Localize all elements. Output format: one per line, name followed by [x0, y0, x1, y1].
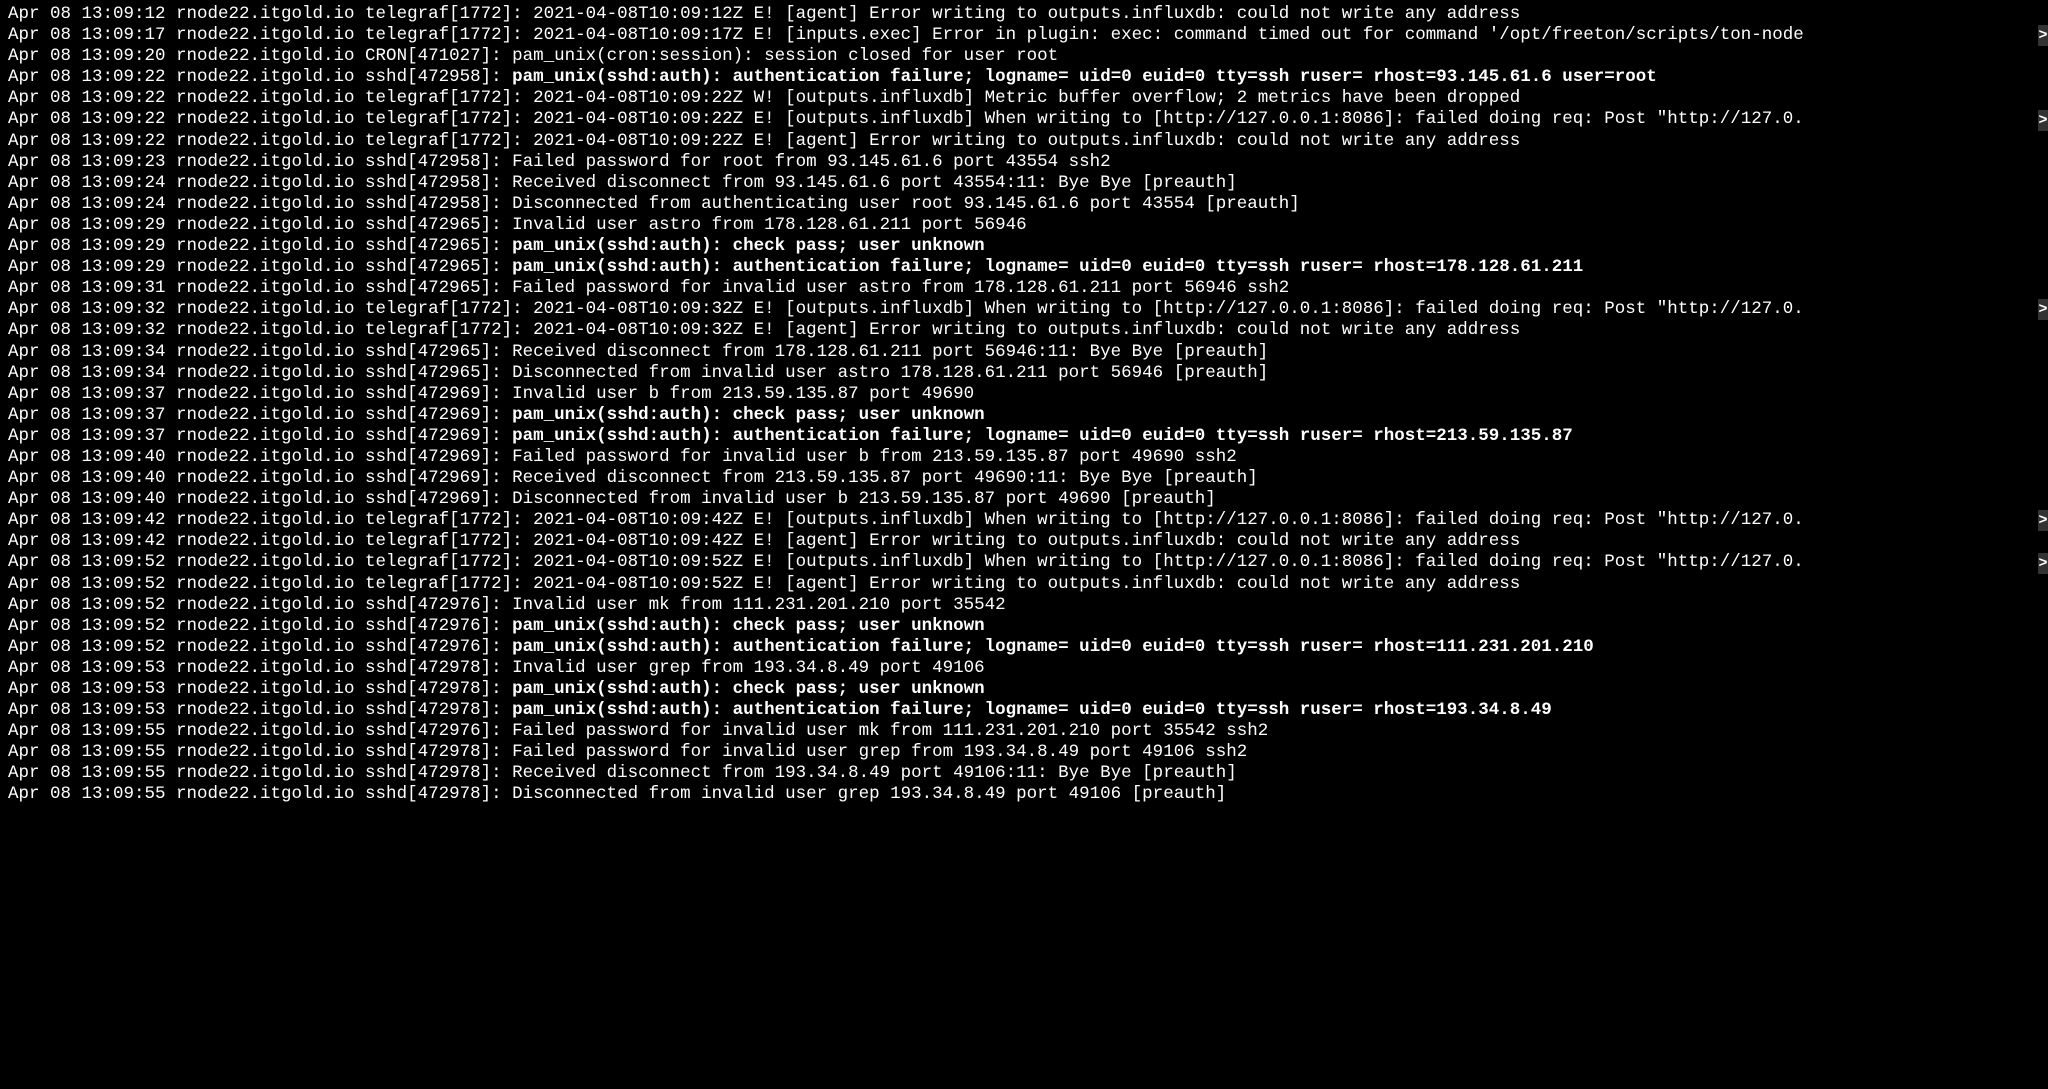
log-text: Apr 08 13:09:29 rnode22.itgold.io sshd[4…: [8, 236, 512, 256]
log-line: Apr 08 13:09:22 rnode22.itgold.io telegr…: [8, 88, 2040, 109]
log-text: Apr 08 13:09:40 rnode22.itgold.io sshd[4…: [8, 447, 1237, 467]
log-text: Apr 08 13:09:52 rnode22.itgold.io sshd[4…: [8, 637, 512, 657]
log-line: Apr 08 13:09:32 rnode22.itgold.io telegr…: [8, 320, 2040, 341]
log-line: Apr 08 13:09:17 rnode22.itgold.io telegr…: [8, 25, 2040, 46]
log-line: Apr 08 13:09:31 rnode22.itgold.io sshd[4…: [8, 278, 2040, 299]
log-text: Apr 08 13:09:53 rnode22.itgold.io sshd[4…: [8, 679, 512, 699]
log-text-bold: pam_unix(sshd:auth): authentication fail…: [512, 257, 1583, 277]
log-text: Apr 08 13:09:40 rnode22.itgold.io sshd[4…: [8, 489, 1216, 509]
log-text: Apr 08 13:09:52 rnode22.itgold.io telegr…: [8, 574, 1520, 594]
log-text: Apr 08 13:09:29 rnode22.itgold.io sshd[4…: [8, 215, 1027, 235]
log-text: Apr 08 13:09:24 rnode22.itgold.io sshd[4…: [8, 173, 1237, 193]
log-text: Apr 08 13:09:52 rnode22.itgold.io telegr…: [8, 552, 1804, 572]
log-line: Apr 08 13:09:22 rnode22.itgold.io telegr…: [8, 109, 2040, 130]
log-text-bold: pam_unix(sshd:auth): check pass; user un…: [512, 236, 985, 256]
log-text: Apr 08 13:09:40 rnode22.itgold.io sshd[4…: [8, 468, 1258, 488]
log-text: Apr 08 13:09:12 rnode22.itgold.io telegr…: [8, 4, 1520, 24]
log-line: Apr 08 13:09:42 rnode22.itgold.io telegr…: [8, 510, 2040, 531]
log-text: Apr 08 13:09:34 rnode22.itgold.io sshd[4…: [8, 342, 1268, 362]
log-line: Apr 08 13:09:55 rnode22.itgold.io sshd[4…: [8, 742, 2040, 763]
log-line: Apr 08 13:09:52 rnode22.itgold.io sshd[4…: [8, 616, 2040, 637]
log-text: Apr 08 13:09:31 rnode22.itgold.io sshd[4…: [8, 278, 1289, 298]
log-text: Apr 08 13:09:52 rnode22.itgold.io sshd[4…: [8, 595, 1006, 615]
log-text: Apr 08 13:09:55 rnode22.itgold.io sshd[4…: [8, 763, 1237, 783]
log-line: Apr 08 13:09:34 rnode22.itgold.io sshd[4…: [8, 363, 2040, 384]
log-line: Apr 08 13:09:53 rnode22.itgold.io sshd[4…: [8, 700, 2040, 721]
log-text: Apr 08 13:09:32 rnode22.itgold.io telegr…: [8, 320, 1520, 340]
log-line: Apr 08 13:09:22 rnode22.itgold.io telegr…: [8, 131, 2040, 152]
log-text: Apr 08 13:09:55 rnode22.itgold.io sshd[4…: [8, 742, 1247, 762]
log-line: Apr 08 13:09:29 rnode22.itgold.io sshd[4…: [8, 236, 2040, 257]
log-line: Apr 08 13:09:24 rnode22.itgold.io sshd[4…: [8, 173, 2040, 194]
log-text: Apr 08 13:09:53 rnode22.itgold.io sshd[4…: [8, 658, 985, 678]
log-line: Apr 08 13:09:53 rnode22.itgold.io sshd[4…: [8, 658, 2040, 679]
line-overflow-indicator-icon: >: [2038, 299, 2048, 320]
log-line: Apr 08 13:09:29 rnode22.itgold.io sshd[4…: [8, 257, 2040, 278]
log-line: Apr 08 13:09:55 rnode22.itgold.io sshd[4…: [8, 721, 2040, 742]
log-text: Apr 08 13:09:53 rnode22.itgold.io sshd[4…: [8, 700, 512, 720]
log-line: Apr 08 13:09:23 rnode22.itgold.io sshd[4…: [8, 152, 2040, 173]
log-line: Apr 08 13:09:32 rnode22.itgold.io telegr…: [8, 299, 2040, 320]
log-text: Apr 08 13:09:37 rnode22.itgold.io sshd[4…: [8, 384, 974, 404]
line-overflow-indicator-icon: >: [2038, 510, 2048, 531]
log-text: Apr 08 13:09:17 rnode22.itgold.io telegr…: [8, 25, 1804, 45]
log-line: Apr 08 13:09:37 rnode22.itgold.io sshd[4…: [8, 384, 2040, 405]
log-line: Apr 08 13:09:53 rnode22.itgold.io sshd[4…: [8, 679, 2040, 700]
log-text: Apr 08 13:09:37 rnode22.itgold.io sshd[4…: [8, 405, 512, 425]
log-text: Apr 08 13:09:42 rnode22.itgold.io telegr…: [8, 510, 1804, 530]
terminal-log-view[interactable]: Apr 08 13:09:12 rnode22.itgold.io telegr…: [8, 4, 2040, 806]
log-text-bold: pam_unix(sshd:auth): authentication fail…: [512, 637, 1594, 657]
log-text: Apr 08 13:09:55 rnode22.itgold.io sshd[4…: [8, 721, 1268, 741]
log-text-bold: pam_unix(sshd:auth): check pass; user un…: [512, 679, 985, 699]
log-line: Apr 08 13:09:42 rnode22.itgold.io telegr…: [8, 531, 2040, 552]
log-text-bold: pam_unix(sshd:auth): authentication fail…: [512, 700, 1552, 720]
log-text-bold: pam_unix(sshd:auth): authentication fail…: [512, 426, 1573, 446]
log-line: Apr 08 13:09:40 rnode22.itgold.io sshd[4…: [8, 468, 2040, 489]
log-text: Apr 08 13:09:29 rnode22.itgold.io sshd[4…: [8, 257, 512, 277]
log-line: Apr 08 13:09:12 rnode22.itgold.io telegr…: [8, 4, 2040, 25]
log-text-bold: pam_unix(sshd:auth): check pass; user un…: [512, 405, 985, 425]
log-text: Apr 08 13:09:24 rnode22.itgold.io sshd[4…: [8, 194, 1300, 214]
log-line: Apr 08 13:09:20 rnode22.itgold.io CRON[4…: [8, 46, 2040, 67]
log-text: Apr 08 13:09:20 rnode22.itgold.io CRON[4…: [8, 46, 1058, 66]
log-text: Apr 08 13:09:23 rnode22.itgold.io sshd[4…: [8, 152, 1111, 172]
line-overflow-indicator-icon: >: [2038, 25, 2048, 46]
log-line: Apr 08 13:09:55 rnode22.itgold.io sshd[4…: [8, 763, 2040, 784]
log-text: Apr 08 13:09:32 rnode22.itgold.io telegr…: [8, 299, 1804, 319]
log-line: Apr 08 13:09:52 rnode22.itgold.io sshd[4…: [8, 595, 2040, 616]
log-line: Apr 08 13:09:34 rnode22.itgold.io sshd[4…: [8, 342, 2040, 363]
log-line: Apr 08 13:09:22 rnode22.itgold.io sshd[4…: [8, 67, 2040, 88]
log-text: Apr 08 13:09:22 rnode22.itgold.io telegr…: [8, 109, 1804, 129]
log-line: Apr 08 13:09:37 rnode22.itgold.io sshd[4…: [8, 426, 2040, 447]
log-line: Apr 08 13:09:52 rnode22.itgold.io telegr…: [8, 552, 2040, 573]
log-line: Apr 08 13:09:52 rnode22.itgold.io sshd[4…: [8, 637, 2040, 658]
line-overflow-indicator-icon: >: [2038, 110, 2048, 131]
log-text: Apr 08 13:09:42 rnode22.itgold.io telegr…: [8, 531, 1520, 551]
log-text: Apr 08 13:09:22 rnode22.itgold.io sshd[4…: [8, 67, 512, 87]
log-text: Apr 08 13:09:55 rnode22.itgold.io sshd[4…: [8, 784, 1226, 804]
log-text-bold: pam_unix(sshd:auth): check pass; user un…: [512, 616, 985, 636]
log-line: Apr 08 13:09:52 rnode22.itgold.io telegr…: [8, 574, 2040, 595]
log-text: Apr 08 13:09:22 rnode22.itgold.io telegr…: [8, 88, 1520, 108]
log-text: Apr 08 13:09:34 rnode22.itgold.io sshd[4…: [8, 363, 1268, 383]
log-line: Apr 08 13:09:40 rnode22.itgold.io sshd[4…: [8, 447, 2040, 468]
log-text-bold: pam_unix(sshd:auth): authentication fail…: [512, 67, 1657, 87]
log-line: Apr 08 13:09:55 rnode22.itgold.io sshd[4…: [8, 784, 2040, 805]
log-line: Apr 08 13:09:40 rnode22.itgold.io sshd[4…: [8, 489, 2040, 510]
log-text: Apr 08 13:09:37 rnode22.itgold.io sshd[4…: [8, 426, 512, 446]
log-line: Apr 08 13:09:24 rnode22.itgold.io sshd[4…: [8, 194, 2040, 215]
log-text: Apr 08 13:09:52 rnode22.itgold.io sshd[4…: [8, 616, 512, 636]
log-text: Apr 08 13:09:22 rnode22.itgold.io telegr…: [8, 131, 1520, 151]
log-line: Apr 08 13:09:29 rnode22.itgold.io sshd[4…: [8, 215, 2040, 236]
line-overflow-indicator-icon: >: [2038, 553, 2048, 574]
log-line: Apr 08 13:09:37 rnode22.itgold.io sshd[4…: [8, 405, 2040, 426]
